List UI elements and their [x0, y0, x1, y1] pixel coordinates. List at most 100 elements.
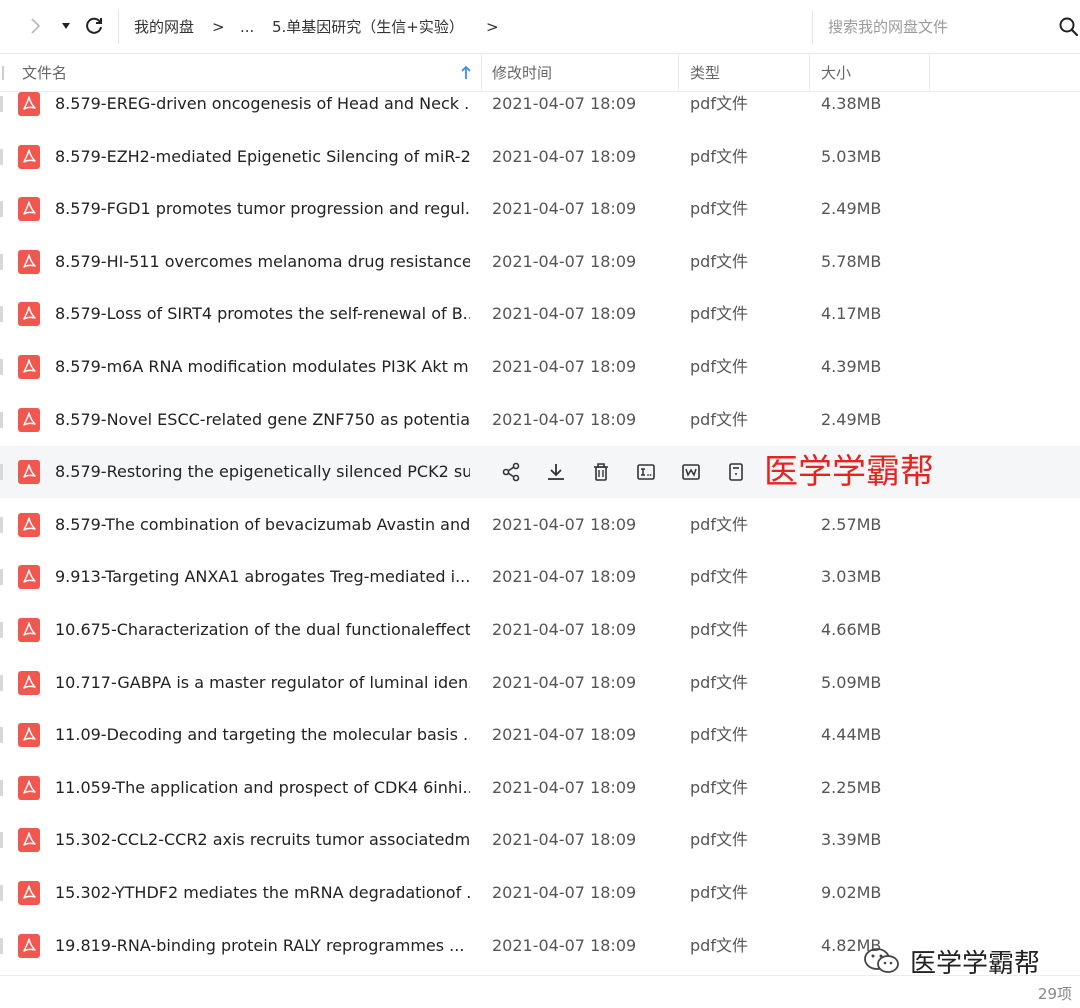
- modified-time: 2021-04-07 18:09: [492, 830, 637, 849]
- table-row[interactable]: 8.579-HI-511 overcomes melanoma drug res…: [0, 236, 1080, 288]
- detail-button[interactable]: [713, 446, 758, 498]
- row-checkbox[interactable]: [0, 412, 3, 428]
- watermark-bottom: 医学学霸帮: [862, 944, 1041, 979]
- breadcrumb-root[interactable]: 我的网盘: [134, 16, 194, 38]
- file-type: pdf文件: [690, 515, 748, 534]
- file-name[interactable]: 8.579-Novel ESCC-related gene ZNF750 as …: [55, 394, 470, 446]
- file-name[interactable]: 11.059-The application and prospect of C…: [55, 762, 470, 814]
- pdf-file-icon: [17, 512, 41, 538]
- row-checkbox[interactable]: [0, 780, 3, 796]
- search-input[interactable]: [828, 13, 1048, 41]
- file-size: 4.17MB: [821, 304, 882, 323]
- pdf-file-icon: [17, 617, 41, 643]
- row-checkbox[interactable]: [0, 622, 3, 638]
- file-size: 4.66MB: [821, 620, 882, 639]
- file-name[interactable]: 8.579-The combination of bevacizumab Ava…: [55, 499, 470, 551]
- modified-time: 2021-04-07 18:09: [492, 357, 637, 376]
- file-name[interactable]: 15.302-YTHDF2 mediates the mRNA degradat…: [55, 867, 470, 919]
- table-row[interactable]: 8.579-EZH2-mediated Epigenetic Silencing…: [0, 131, 1080, 183]
- row-checkbox[interactable]: [0, 517, 3, 533]
- download-button[interactable]: [533, 446, 578, 498]
- share-button[interactable]: [488, 446, 533, 498]
- table-row[interactable]: 10.717-GABPA is a master regulator of lu…: [0, 657, 1080, 709]
- chevron-right-icon: [31, 18, 41, 34]
- table-row[interactable]: 11.09-Decoding and targeting the molecul…: [0, 709, 1080, 761]
- pdf-file-icon: [17, 775, 41, 801]
- file-type: pdf文件: [690, 936, 748, 955]
- row-checkbox[interactable]: [0, 359, 3, 375]
- forward-button[interactable]: [22, 12, 50, 40]
- delete-icon: [593, 463, 608, 481]
- file-size: 2.49MB: [821, 410, 882, 429]
- table-row[interactable]: 8.579-Loss of SIRT4 promotes the self-re…: [0, 288, 1080, 340]
- move-icon: [681, 464, 700, 480]
- modified-time: 2021-04-07 18:09: [492, 883, 637, 902]
- download-icon: [547, 464, 564, 480]
- modified-time: 2021-04-07 18:09: [492, 725, 637, 744]
- table-row[interactable]: 10.675-Characterization of the dual func…: [0, 604, 1080, 656]
- table-row[interactable]: 15.302-CCL2-CCR2 axis recruits tumor ass…: [0, 814, 1080, 866]
- file-size: 5.78MB: [821, 252, 882, 271]
- file-type: pdf文件: [690, 199, 748, 218]
- watermark-red-text: 医学学霸帮: [764, 452, 934, 492]
- table-row[interactable]: 8.579-Novel ESCC-related gene ZNF750 as …: [0, 394, 1080, 446]
- file-name[interactable]: 10.675-Characterization of the dual func…: [55, 604, 470, 656]
- modified-time: 2021-04-07 18:09: [492, 620, 637, 639]
- search-icon[interactable]: [1058, 16, 1080, 38]
- row-checkbox[interactable]: [0, 464, 3, 480]
- modified-time: 2021-04-07 18:09: [492, 94, 637, 113]
- table-row[interactable]: 8.579-FGD1 promotes tumor progression an…: [0, 183, 1080, 235]
- table-row[interactable]: 15.302-YTHDF2 mediates the mRNA degradat…: [0, 867, 1080, 919]
- watermark-bottom-text: 医学学霸帮: [910, 948, 1041, 979]
- row-checkbox[interactable]: [0, 832, 3, 848]
- row-checkbox[interactable]: [0, 201, 3, 217]
- toolbar-divider: [118, 10, 119, 44]
- breadcrumb-separator: >: [212, 18, 225, 36]
- file-name[interactable]: 10.717-GABPA is a master regulator of lu…: [55, 657, 470, 709]
- breadcrumb-ellipsis[interactable]: ...: [240, 16, 254, 38]
- file-name[interactable]: 19.819-RNA-binding protein RALY reprogra…: [55, 920, 470, 972]
- file-name[interactable]: 8.579-m6A RNA modification modulates PI3…: [55, 341, 470, 393]
- file-name[interactable]: 8.579-Loss of SIRT4 promotes the self-re…: [55, 288, 470, 340]
- breadcrumb-current[interactable]: 5.单基因研究（生信+实验）: [272, 16, 464, 38]
- modified-time: 2021-04-07 18:09: [492, 410, 637, 429]
- file-name[interactable]: 8.579-EREG-driven oncogenesis of Head an…: [55, 78, 470, 130]
- table-row[interactable]: 8.579-The combination of bevacizumab Ava…: [0, 499, 1080, 551]
- table-row[interactable]: 8.579-EREG-driven oncogenesis of Head an…: [0, 78, 1080, 130]
- file-size: 4.38MB: [821, 94, 882, 113]
- row-checkbox[interactable]: [0, 569, 3, 585]
- file-name[interactable]: 8.579-Restoring the epigenetically silen…: [55, 446, 470, 498]
- delete-button[interactable]: [578, 446, 623, 498]
- modified-time: 2021-04-07 18:09: [492, 778, 637, 797]
- file-size: 2.57MB: [821, 515, 882, 534]
- table-row[interactable]: 8.579-m6A RNA modification modulates PI3…: [0, 341, 1080, 393]
- row-checkbox[interactable]: [0, 254, 3, 270]
- file-type: pdf文件: [690, 778, 748, 797]
- file-name[interactable]: 15.302-CCL2-CCR2 axis recruits tumor ass…: [55, 814, 470, 866]
- row-checkbox[interactable]: [0, 306, 3, 322]
- file-name[interactable]: 8.579-HI-511 overcomes melanoma drug res…: [55, 236, 470, 288]
- rename-button[interactable]: [623, 446, 668, 498]
- file-size: 5.03MB: [821, 147, 882, 166]
- pdf-file-icon: [17, 354, 41, 380]
- table-row[interactable]: 11.059-The application and prospect of C…: [0, 762, 1080, 814]
- history-dropdown-button[interactable]: [56, 12, 76, 40]
- row-checkbox[interactable]: [0, 885, 3, 901]
- breadcrumb-separator: >: [486, 18, 499, 36]
- refresh-button[interactable]: [80, 12, 108, 40]
- file-size: 3.39MB: [821, 830, 882, 849]
- file-name[interactable]: 11.09-Decoding and targeting the molecul…: [55, 709, 470, 761]
- pdf-file-icon: [17, 91, 41, 117]
- file-name[interactable]: 9.913-Targeting ANXA1 abrogates Treg-med…: [55, 551, 470, 603]
- table-row[interactable]: 9.913-Targeting ANXA1 abrogates Treg-med…: [0, 551, 1080, 603]
- file-name[interactable]: 8.579-FGD1 promotes tumor progression an…: [55, 183, 470, 235]
- row-checkbox[interactable]: [0, 149, 3, 165]
- move-button[interactable]: [668, 446, 713, 498]
- row-checkbox[interactable]: [0, 938, 3, 954]
- row-checkbox[interactable]: [0, 675, 3, 691]
- file-type: pdf文件: [690, 94, 748, 113]
- table-row-hovered[interactable]: 8.579-Restoring the epigenetically silen…: [0, 446, 1080, 498]
- file-name[interactable]: 8.579-EZH2-mediated Epigenetic Silencing…: [55, 131, 470, 183]
- row-checkbox[interactable]: [0, 96, 3, 112]
- row-checkbox[interactable]: [0, 727, 3, 743]
